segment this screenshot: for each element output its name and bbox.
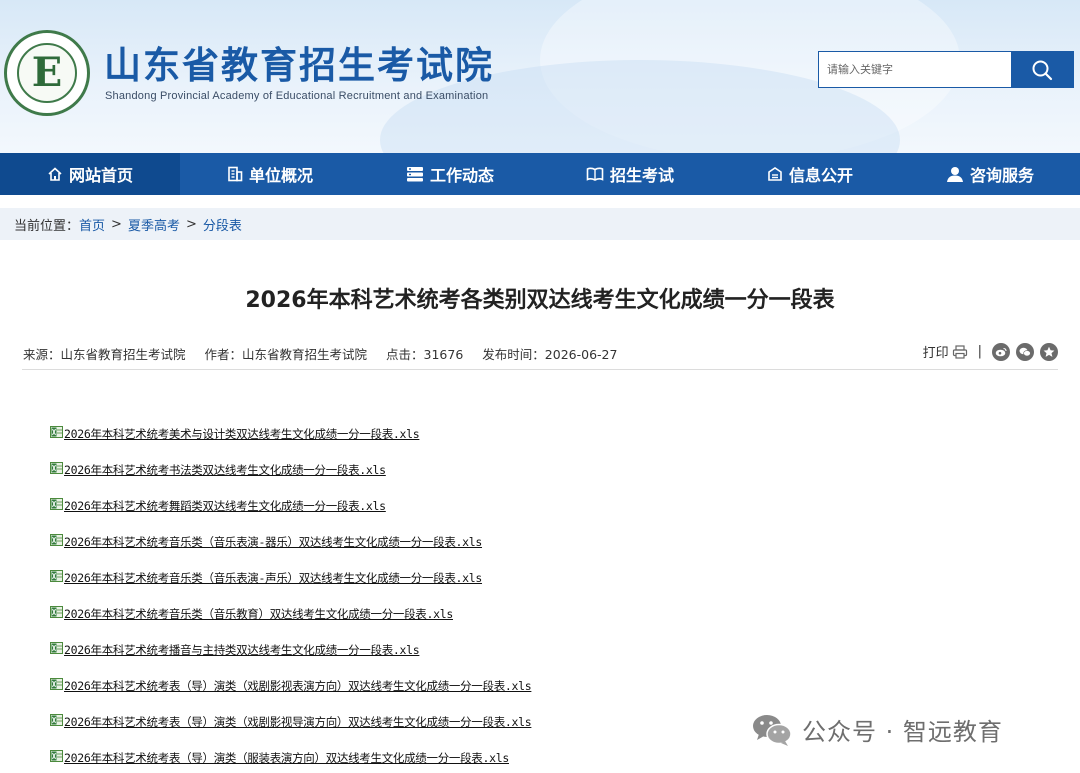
info-icon — [768, 167, 782, 181]
logo-letter: E — [31, 49, 63, 96]
attachment-item: 2026年本科艺术统考表（导）演类（戏剧影视表演方向）双达线考生文化成绩一分一段… — [50, 668, 532, 704]
site-header: E 山东省教育招生考试院 Shandong Provincial Academy… — [0, 0, 1080, 153]
nav-item-label: 招生考试 — [609, 166, 674, 185]
breadcrumb-link-home[interactable]: 首页 — [79, 215, 105, 234]
share-weibo-button[interactable] — [992, 342, 1010, 361]
attachment-item: 2026年本科艺术统考美术与设计类双达线考生文化成绩一分一段表.xls — [50, 416, 531, 452]
wechat-watermark: 公众号 · 智远教育 — [752, 712, 1003, 747]
nav-item-label: 网站首页 — [68, 166, 133, 185]
book-icon — [586, 167, 604, 181]
attachment-link[interactable]: 2026年本科艺术统考音乐类（音乐表演-器乐）双达线考生文化成绩一分一段表.xl… — [64, 534, 482, 550]
breadcrumb: 当前位置： 首页 > 夏季高考 > 分段表 — [0, 208, 1080, 240]
article-meta: 来源：山东省教育招生考试院 作者：山东省教育招生考试院 点击：31676 发布时… — [23, 344, 636, 363]
nav-item-exams[interactable]: 招生考试 — [540, 153, 720, 195]
site-logo[interactable]: E — [4, 30, 90, 116]
attachment-link[interactable]: 2026年本科艺术统考音乐类（音乐教育）双达线考生文化成绩一分一段表.xls — [64, 606, 453, 622]
favorite-button[interactable] — [1040, 342, 1058, 361]
user-icon — [946, 166, 963, 182]
breadcrumb-label: 当前位置： — [14, 218, 80, 234]
breadcrumb-separator: > — [111, 216, 122, 232]
attachment-item: 2026年本科艺术统考书法类双达线考生文化成绩一分一段表.xls — [50, 452, 531, 488]
excel-file-icon — [50, 462, 63, 474]
nav-item-disclosure[interactable]: 信息公开 — [720, 153, 900, 195]
print-label: 打印 — [922, 346, 949, 361]
nav-item-label: 工作动态 — [429, 166, 494, 185]
attachment-link[interactable]: 2026年本科艺术统考表（导）演类（服装表演方向）双达线考生文化成绩一分一段表.… — [64, 750, 509, 766]
attachment-item: 2026年本科艺术统考音乐类（音乐表演-器乐）双达线考生文化成绩一分一段表.xl… — [50, 524, 531, 560]
attachment-link[interactable]: 2026年本科艺术统考舞蹈类双达线考生文化成绩一分一段表.xls — [64, 498, 386, 514]
attachment-item: 2026年本科艺术统考舞蹈类双达线考生文化成绩一分一段表.xls — [50, 488, 531, 524]
attachment-link[interactable]: 2026年本科艺术统考表（导）演类（戏剧影视导演方向）双达线考生文化成绩一分一段… — [64, 714, 532, 730]
meta-date: 发布时间：2026-06-27 — [482, 347, 618, 362]
nav-item-label: 信息公开 — [788, 166, 853, 185]
star-icon — [1043, 346, 1055, 357]
print-button[interactable]: 打印 — [923, 342, 968, 361]
breadcrumb-link-summer-exam[interactable]: 夏季高考 — [128, 215, 180, 234]
attachment-link[interactable]: 2026年本科艺术统考表（导）演类（戏剧影视表演方向）双达线考生文化成绩一分一段… — [64, 678, 532, 694]
excel-file-icon — [50, 534, 63, 546]
search-icon — [1032, 60, 1053, 80]
meta-author: 作者：山东省教育招生考试院 — [204, 347, 368, 362]
excel-file-icon — [50, 606, 63, 618]
watermark-text: 公众号 · 智远教育 — [802, 718, 1003, 746]
excel-file-icon — [50, 678, 63, 690]
news-icon — [406, 167, 423, 182]
article-title: 2026年本科艺术统考各类别双达线考生文化成绩一分一段表 — [245, 288, 835, 313]
breadcrumb-separator: > — [185, 216, 197, 232]
attachment-link[interactable]: 2026年本科艺术统考书法类双达线考生文化成绩一分一段表.xls — [64, 462, 386, 478]
attachment-item: 2026年本科艺术统考表（导）演类（服装表演方向）双达线考生文化成绩一分一段表.… — [50, 740, 531, 773]
attachment-item: 2026年本科艺术统考播音与主持类双达线考生文化成绩一分一段表.xls — [50, 632, 531, 668]
excel-file-icon — [50, 750, 63, 762]
tools-divider: | — [977, 344, 982, 359]
share-wechat-button[interactable] — [1016, 342, 1034, 361]
weibo-icon — [995, 347, 1007, 356]
search-button[interactable] — [1011, 52, 1073, 87]
excel-file-icon — [50, 714, 63, 726]
site-subtitle: Shandong Provincial Academy of Education… — [105, 90, 489, 102]
meta-divider — [22, 369, 1058, 370]
attachment-item: 2026年本科艺术统考表（导）演类（戏剧影视导演方向）双达线考生文化成绩一分一段… — [50, 704, 532, 740]
article-tools: 打印 | — [923, 342, 1058, 361]
attachment-item: 2026年本科艺术统考音乐类（音乐表演-声乐）双达线考生文化成绩一分一段表.xl… — [50, 560, 531, 596]
home-icon — [48, 167, 62, 181]
nav-item-label: 咨询服务 — [969, 166, 1034, 185]
nav-item-about[interactable]: 单位概况 — [180, 153, 360, 195]
printer-icon — [952, 344, 967, 359]
search-input[interactable] — [819, 52, 1011, 87]
meta-clicks: 点击：31676 — [386, 347, 464, 362]
main-nav: 网站首页 单位概况 工作动态 招生考试 信息公开 咨询服务 — [0, 153, 1080, 195]
excel-file-icon — [50, 426, 63, 438]
building-icon — [228, 166, 243, 182]
nav-item-label: 单位概况 — [248, 166, 313, 185]
attachment-item: 2026年本科艺术统考音乐类（音乐教育）双达线考生文化成绩一分一段表.xls — [50, 596, 531, 632]
attachment-link[interactable]: 2026年本科艺术统考播音与主持类双达线考生文化成绩一分一段表.xls — [64, 642, 420, 658]
nav-item-home[interactable]: 网站首页 — [0, 153, 180, 195]
search-box — [818, 51, 1074, 88]
excel-file-icon — [50, 498, 63, 510]
breadcrumb-link-score-table[interactable]: 分段表 — [203, 215, 242, 234]
excel-file-icon — [50, 570, 63, 582]
nav-item-news[interactable]: 工作动态 — [360, 153, 540, 195]
nav-item-service[interactable]: 咨询服务 — [900, 153, 1080, 195]
excel-file-icon — [50, 642, 63, 654]
attachment-link[interactable]: 2026年本科艺术统考音乐类（音乐表演-声乐）双达线考生文化成绩一分一段表.xl… — [64, 570, 482, 586]
wechat-icon — [1019, 347, 1031, 356]
site-title[interactable]: 山东省教育招生考试院 — [104, 46, 494, 86]
attachment-list: 2026年本科艺术统考美术与设计类双达线考生文化成绩一分一段表.xls 2026… — [50, 416, 532, 773]
wechat-icon — [753, 714, 792, 746]
meta-source: 来源：山东省教育招生考试院 — [23, 347, 186, 362]
attachment-link[interactable]: 2026年本科艺术统考美术与设计类双达线考生文化成绩一分一段表.xls — [64, 426, 420, 442]
